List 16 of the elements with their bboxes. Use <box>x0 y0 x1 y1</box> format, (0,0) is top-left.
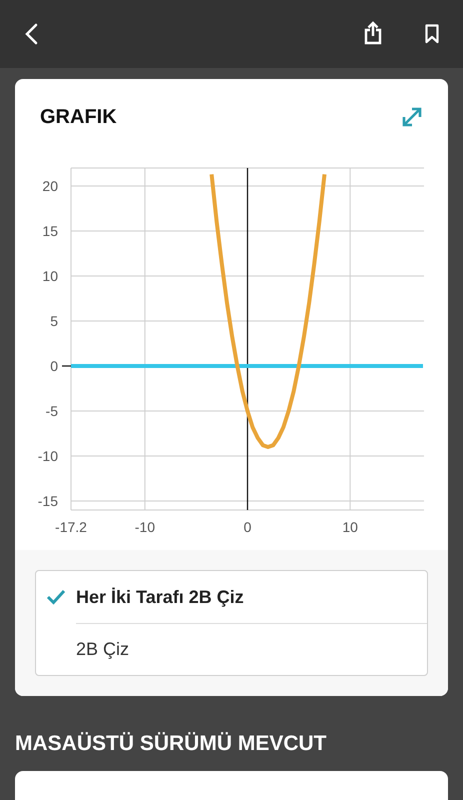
y-tick-label: -15 <box>38 493 58 509</box>
y-tick-label: 15 <box>42 223 58 239</box>
section-heading: MASAÜSTÜ SÜRÜMÜ MEVCUT <box>14 731 328 756</box>
y-tick-label: -10 <box>38 448 58 464</box>
y-tick-label: 0 <box>50 358 58 374</box>
option-item[interactable]: Her İki Tarafı 2B Çiz <box>36 571 427 623</box>
x-tick-label: 10 <box>342 519 358 535</box>
y-tick-label: -5 <box>46 403 58 419</box>
option-item[interactable]: 2B Çiz <box>36 623 427 675</box>
x-tick-label: -10 <box>134 519 155 535</box>
y-tick-label: 20 <box>42 178 58 194</box>
x-tick-label: 0 <box>244 519 252 535</box>
x-tick-label: -17.2 <box>55 519 87 535</box>
card-title: GRAFIK <box>40 106 117 128</box>
y-tick-label: 5 <box>50 313 58 329</box>
y-tick-label: 10 <box>42 268 58 284</box>
